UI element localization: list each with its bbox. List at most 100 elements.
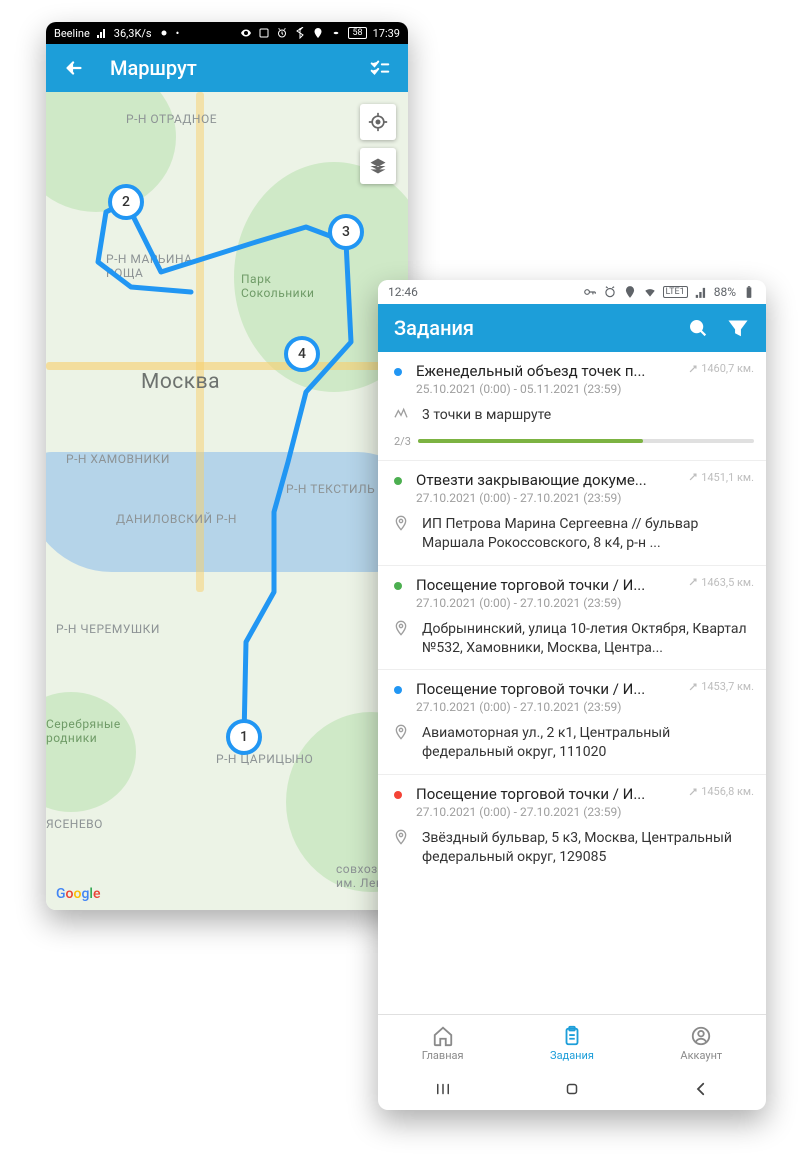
phone-tasks: 12:46 LTE1 88% Задания Еженедельный об xyxy=(378,280,766,1110)
task-distance: 1460,7 км. xyxy=(688,362,754,375)
map[interactable]: Р-Н ОТРАДНОЕ Р-Н МАРЬИНА РОЩА Парк Сокол… xyxy=(46,92,408,910)
bottom-nav: Главная Задания Аккаунт xyxy=(378,1014,766,1071)
status-dot xyxy=(394,368,402,376)
appbar-route: Маршрут xyxy=(46,44,408,92)
task-distance: 1456,8 км. xyxy=(688,785,754,798)
nav-account[interactable]: Аккаунт xyxy=(637,1015,766,1071)
distance-icon xyxy=(688,682,698,692)
clock-label: 17:39 xyxy=(373,27,400,40)
recents-icon xyxy=(434,1080,452,1098)
volte-icon: LTE1 xyxy=(663,286,688,298)
map-district-label: Р-Н ЦАРИЦЫНО xyxy=(216,752,313,766)
filter-button[interactable] xyxy=(718,308,758,348)
clock-label: 12:46 xyxy=(388,285,418,299)
pin-icon xyxy=(392,724,410,740)
task-distance: 1463,5 км. xyxy=(688,576,754,589)
task-item[interactable]: Посещение торговой точки / И... 27.10.20… xyxy=(378,670,766,775)
pin-icon xyxy=(392,515,410,531)
task-item[interactable]: Посещение торговой точки / И... 27.10.20… xyxy=(378,775,766,879)
pin-icon xyxy=(392,620,410,636)
alarm-icon xyxy=(603,285,617,299)
vpn-icon xyxy=(158,27,170,39)
search-icon xyxy=(687,317,709,339)
recents-button[interactable] xyxy=(434,1080,452,1102)
task-distance: 1453,7 км. xyxy=(688,680,754,693)
task-title: Еженедельный объезд точек п... xyxy=(416,362,680,380)
task-dates: 27.10.2021 (0:00) - 27.10.2021 (23:59) xyxy=(416,491,680,505)
status-dot xyxy=(394,477,402,485)
home-icon xyxy=(432,1025,454,1047)
road-shape xyxy=(46,362,408,370)
signal-icon xyxy=(694,285,708,299)
task-title: Посещение торговой точки / И... xyxy=(416,680,680,698)
battery-icon xyxy=(742,285,756,299)
task-dates: 27.10.2021 (0:00) - 27.10.2021 (23:59) xyxy=(416,700,680,714)
chevron-left-icon xyxy=(692,1080,710,1098)
task-route-summary: 3 точки в маршруте xyxy=(422,406,551,425)
task-address: Авиамоторная ул., 2 к1, Центральный феде… xyxy=(422,724,754,762)
crosshair-icon xyxy=(368,112,388,132)
task-address: Добрынинский, улица 10-летия Октября, Кв… xyxy=(422,620,754,658)
task-dates: 27.10.2021 (0:00) - 27.10.2021 (23:59) xyxy=(416,805,680,819)
task-distance: 1451,1 км. xyxy=(688,471,754,484)
home-button[interactable] xyxy=(563,1080,581,1102)
distance-icon xyxy=(688,472,698,482)
map-park-label: Парк Сокольники xyxy=(241,272,314,300)
map-district-label: Р-Н МАРЬИНА РОЩА xyxy=(106,252,193,280)
signal-icon xyxy=(96,27,108,39)
map-district-label: Р-Н ТЕКСТИЛЬ xyxy=(286,482,375,496)
eye-icon xyxy=(240,27,252,39)
distance-icon xyxy=(688,364,698,374)
map-district-label: ЯСЕНЕВО xyxy=(46,817,103,831)
task-item[interactable]: Посещение торговой точки / И... 27.10.20… xyxy=(378,566,766,671)
checklist-icon xyxy=(369,57,391,79)
wifi-icon xyxy=(643,285,657,299)
clipboard-icon xyxy=(561,1025,583,1047)
route-pin-4[interactable]: 4 xyxy=(284,336,320,372)
location-icon xyxy=(312,27,324,39)
appbar-title: Задания xyxy=(394,316,678,340)
bluetooth-icon xyxy=(294,27,306,39)
checklist-button[interactable] xyxy=(360,48,400,88)
battery-label: 88% xyxy=(714,285,736,299)
layers-button[interactable] xyxy=(360,148,396,184)
nfc-icon xyxy=(258,27,270,39)
nav-home[interactable]: Главная xyxy=(378,1015,507,1071)
map-district-label: ДАНИЛОВСКИЙ Р-Н xyxy=(116,512,237,526)
status-dot xyxy=(394,791,402,799)
status-bar: 12:46 LTE1 88% xyxy=(378,280,766,304)
task-title: Посещение торговой точки / И... xyxy=(416,576,680,594)
route-pin-1[interactable]: 1 xyxy=(226,719,262,755)
back-soft-button[interactable] xyxy=(692,1080,710,1102)
layers-icon xyxy=(368,156,388,176)
route-icon xyxy=(392,406,410,422)
task-address: Звёздный бульвар, 5 к3, Москва, Централь… xyxy=(422,829,754,867)
route-pin-2[interactable]: 2 xyxy=(108,184,144,220)
android-nav-bar xyxy=(378,1071,766,1110)
map-city-label: Москва xyxy=(141,370,220,394)
park-shape xyxy=(46,692,136,812)
speed-label: 36,3K/s xyxy=(114,27,152,40)
map-district-label: Р-Н ХАМОВНИКИ xyxy=(66,452,170,466)
status-dot xyxy=(394,582,402,590)
search-button[interactable] xyxy=(678,308,718,348)
task-title: Посещение торговой точки / И... xyxy=(416,785,680,803)
location-icon xyxy=(623,285,637,299)
battery-indicator: 58 xyxy=(348,27,366,39)
status-dot xyxy=(394,686,402,694)
appbar-title: Маршрут xyxy=(110,56,360,80)
carrier-label: Beeline xyxy=(54,27,90,40)
task-item[interactable]: Отвезти закрывающие докуме... 27.10.2021… xyxy=(378,461,766,566)
alarm-icon xyxy=(276,27,288,39)
pin-icon xyxy=(392,829,410,845)
my-location-button[interactable] xyxy=(360,104,396,140)
route-pin-3[interactable]: 3 xyxy=(328,214,364,250)
task-item[interactable]: Еженедельный объезд точек п... 25.10.202… xyxy=(378,352,766,461)
task-dates: 27.10.2021 (0:00) - 27.10.2021 (23:59) xyxy=(416,596,680,610)
back-button[interactable] xyxy=(54,48,94,88)
filter-icon xyxy=(727,317,749,339)
nav-tasks[interactable]: Задания xyxy=(507,1015,636,1071)
home-soft-icon xyxy=(563,1080,581,1098)
map-district-label: Р-Н ОТРАДНОЕ xyxy=(126,112,217,126)
task-list[interactable]: Еженедельный объезд точек п... 25.10.202… xyxy=(378,352,766,1014)
